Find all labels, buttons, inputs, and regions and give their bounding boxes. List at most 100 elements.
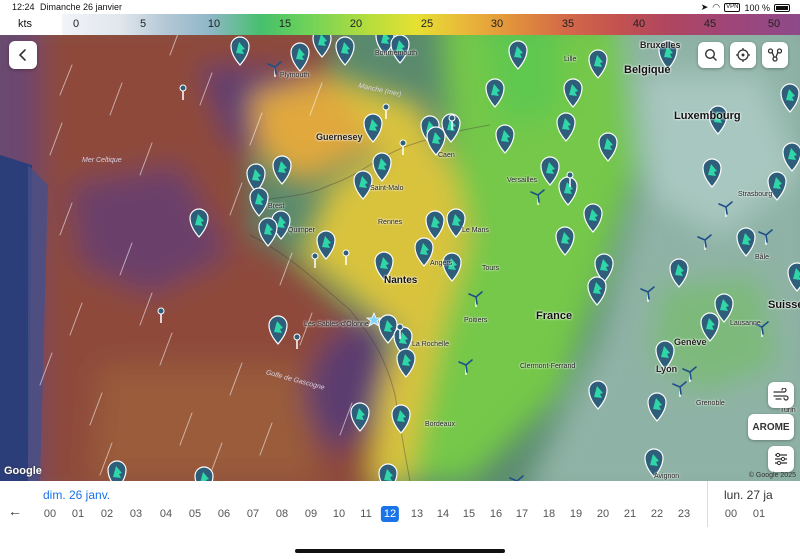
place-label: Les Sables-d'Olonne — [304, 321, 369, 328]
hour-item[interactable]: 09 — [305, 508, 317, 520]
place-label: Bordeaux — [425, 421, 455, 428]
status-bar: 12:24 Dimanche 26 janvier ➤ ◠ VPN 100 % — [0, 0, 800, 14]
day-divider — [707, 481, 708, 527]
place-label: Le Mans — [462, 227, 489, 234]
hour-item[interactable]: 13 — [411, 508, 423, 520]
place-label: Brest — [268, 203, 285, 210]
hour-item[interactable]: 00 — [725, 508, 737, 520]
settings-button[interactable] — [768, 446, 794, 472]
legend-tick: 45 — [703, 18, 717, 30]
hour-item[interactable]: 22 — [651, 508, 663, 520]
legend-tick: 25 — [420, 18, 434, 30]
hour-item[interactable]: 08 — [276, 508, 288, 520]
legend-tick: 15 — [278, 18, 292, 30]
model-button[interactable]: AROME — [748, 414, 794, 440]
spot-marker[interactable] — [378, 463, 398, 481]
wind-overlay — [0, 35, 800, 481]
status-date: Dimanche 26 janvier — [40, 2, 123, 12]
hour-item[interactable]: 23 — [678, 508, 690, 520]
back-button[interactable] — [9, 41, 37, 69]
place-label: Clermont-Ferrand — [520, 363, 576, 370]
search-icon — [704, 48, 717, 61]
hour-item[interactable]: 10 — [333, 508, 345, 520]
place-label: Poitiers — [464, 317, 488, 324]
legend-tick: 20 — [349, 18, 363, 30]
status-time: 12:24 — [12, 2, 35, 12]
hour-item[interactable]: 19 — [570, 508, 582, 520]
hour-item[interactable]: 01 — [753, 508, 765, 520]
place-label: Tours — [482, 265, 500, 272]
home-indicator[interactable] — [295, 549, 505, 553]
place-label: Lille — [564, 56, 577, 63]
place-label: Plymouth — [280, 72, 310, 79]
wind-speed-legend: kts 0 5 10 15 20 25 30 35 40 45 50 — [0, 14, 800, 35]
place-label: Versailles — [507, 177, 537, 184]
hour-item[interactable]: 06 — [218, 508, 230, 520]
place-label: Belgique — [624, 64, 671, 76]
place-label: Bournemouth — [375, 50, 418, 57]
legend-tick: 0 — [72, 18, 80, 30]
place-label: Saint-Malo — [370, 185, 404, 192]
place-label: Quimper — [288, 227, 315, 234]
place-label: Nantes — [384, 275, 418, 286]
place-label: Genève — [674, 337, 707, 347]
hour-item[interactable]: 02 — [101, 508, 113, 520]
hour-item-selected[interactable]: 12 — [380, 506, 400, 522]
place-label: Luxembourg — [674, 110, 741, 122]
place-label: Bâle — [755, 254, 770, 261]
wind-map[interactable]: Bournemouth Plymouth Bruxelles Belgique … — [0, 35, 800, 481]
wifi-icon: ◠ — [712, 2, 721, 12]
legend-unit: kts — [18, 18, 33, 30]
legend-tick: 50 — [767, 18, 781, 30]
chevron-left-icon — [18, 49, 26, 61]
hour-item[interactable]: 14 — [437, 508, 449, 520]
crosshair-icon — [736, 48, 750, 62]
hour-item[interactable]: 00 — [44, 508, 56, 520]
hour-item[interactable]: 03 — [130, 508, 142, 520]
legend-tick: 10 — [207, 18, 221, 30]
place-label: Angers — [430, 260, 453, 267]
legend-tick: 40 — [632, 18, 646, 30]
place-label: France — [536, 310, 573, 322]
vpn-badge: VPN — [724, 3, 741, 12]
hour-item[interactable]: 05 — [189, 508, 201, 520]
sliders-icon — [775, 452, 787, 466]
arrow-left-icon[interactable]: ← — [8, 503, 22, 519]
battery-icon — [774, 3, 790, 12]
place-label: Bruxelles — [640, 40, 681, 50]
spot-marker[interactable] — [194, 466, 214, 481]
day-label: dim. 26 janv. — [43, 488, 111, 502]
hour-item[interactable]: 04 — [160, 508, 172, 520]
place-label: Rennes — [378, 219, 403, 226]
hour-item[interactable]: 07 — [247, 508, 259, 520]
hour-item[interactable]: 15 — [463, 508, 475, 520]
hour-item[interactable]: 11 — [360, 508, 371, 520]
place-label: Guernesey — [316, 132, 363, 142]
wind-layer-button[interactable] — [768, 382, 794, 408]
place-label: Strasbourg — [738, 191, 773, 198]
time-slider[interactable]: ← dim. 26 janv. lun. 27 ja 00 01 02 03 0… — [0, 481, 800, 559]
spot-marker[interactable] — [107, 460, 127, 481]
day-label: lun. 27 ja — [724, 488, 773, 502]
locate-button[interactable] — [730, 42, 756, 68]
place-label: Avignon — [654, 473, 680, 480]
route-button[interactable] — [762, 42, 788, 68]
battery-percent: 100 % — [744, 2, 770, 13]
place-label: La Rochelle — [412, 341, 449, 348]
status-indicators: ➤ ◠ VPN 100 % — [701, 2, 790, 13]
legend-tick: 30 — [490, 18, 504, 30]
hour-item[interactable]: 01 — [72, 508, 84, 520]
search-button[interactable] — [698, 42, 724, 68]
map-copyright: © Google 2025 — [748, 472, 796, 479]
place-label: Suisse — [768, 299, 800, 311]
place-label: Grenoble — [696, 400, 725, 407]
hour-item[interactable]: 17 — [516, 508, 528, 520]
hour-item[interactable]: 21 — [624, 508, 636, 520]
place-label: Lyon — [656, 364, 678, 374]
hour-item[interactable]: 18 — [543, 508, 555, 520]
place-label: Mer Celtique — [82, 157, 122, 164]
route-icon — [767, 48, 783, 62]
place-label: Turin — [780, 407, 796, 414]
hour-item[interactable]: 16 — [490, 508, 502, 520]
hour-item[interactable]: 20 — [597, 508, 609, 520]
